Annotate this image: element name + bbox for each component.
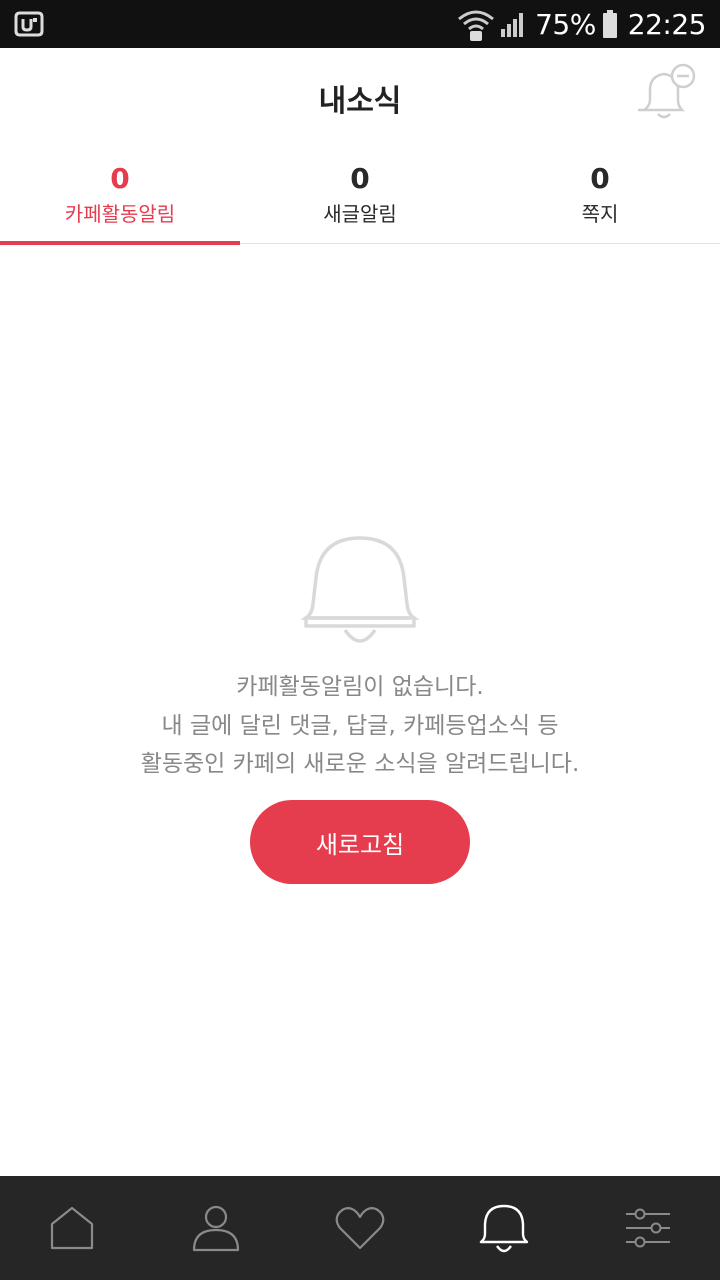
- settings-sliders-icon: [626, 1208, 670, 1248]
- tab-messages[interactable]: 0 쪽지: [480, 144, 720, 244]
- tab-count: 0: [350, 162, 370, 195]
- bell-icon: [300, 536, 420, 643]
- wifi-icon: [458, 10, 495, 41]
- refresh-button[interactable]: 새로고침: [250, 800, 470, 884]
- signal-icon: [501, 13, 524, 37]
- tab-label: 카페활동알림: [64, 202, 176, 226]
- clock: 22:25: [627, 7, 707, 41]
- bell-minus-icon[interactable]: [636, 62, 698, 124]
- heart-icon: [335, 1206, 385, 1250]
- battery-percent: 75%: [535, 7, 596, 41]
- empty-message-line: 내 글에 달린 댓글, 답글, 카페등업소식 등: [161, 712, 559, 739]
- nav-profile[interactable]: [144, 1176, 288, 1280]
- tab-count: 0: [590, 162, 610, 195]
- bottom-navigation: [0, 1176, 720, 1280]
- bell-icon: [479, 1204, 529, 1253]
- tab-new-posts[interactable]: 0 새글알림: [240, 144, 480, 244]
- app-header: 내소식: [0, 48, 720, 144]
- tab-count: 0: [110, 162, 130, 195]
- empty-message: 카페활동알림이 없습니다. 내 글에 달린 댓글, 답글, 카페등업소식 등 활…: [0, 668, 720, 784]
- tab-label: 쪽지: [581, 202, 619, 226]
- page-title: 내소식: [318, 84, 402, 119]
- empty-message-line: 카페활동알림이 없습니다.: [236, 674, 484, 700]
- notification-tabs: 0 카페활동알림 0 새글알림 0 쪽지: [0, 144, 720, 245]
- person-icon: [192, 1205, 240, 1252]
- home-icon: [50, 1206, 94, 1250]
- tab-label: 새글알림: [323, 202, 397, 226]
- battery-icon: [602, 10, 617, 38]
- active-tab-indicator: [0, 241, 240, 245]
- nav-notifications[interactable]: [432, 1176, 576, 1280]
- tab-cafe-activity[interactable]: 0 카페활동알림: [0, 144, 240, 245]
- nav-settings[interactable]: [576, 1176, 720, 1280]
- nav-home[interactable]: [0, 1176, 144, 1280]
- carrier-logo-icon: [14, 11, 44, 37]
- status-bar: 75% 22:25: [0, 0, 720, 48]
- nav-favorites[interactable]: [288, 1176, 432, 1280]
- empty-message-line: 활동중인 카페의 새로운 소식을 알려드립니다.: [140, 751, 580, 777]
